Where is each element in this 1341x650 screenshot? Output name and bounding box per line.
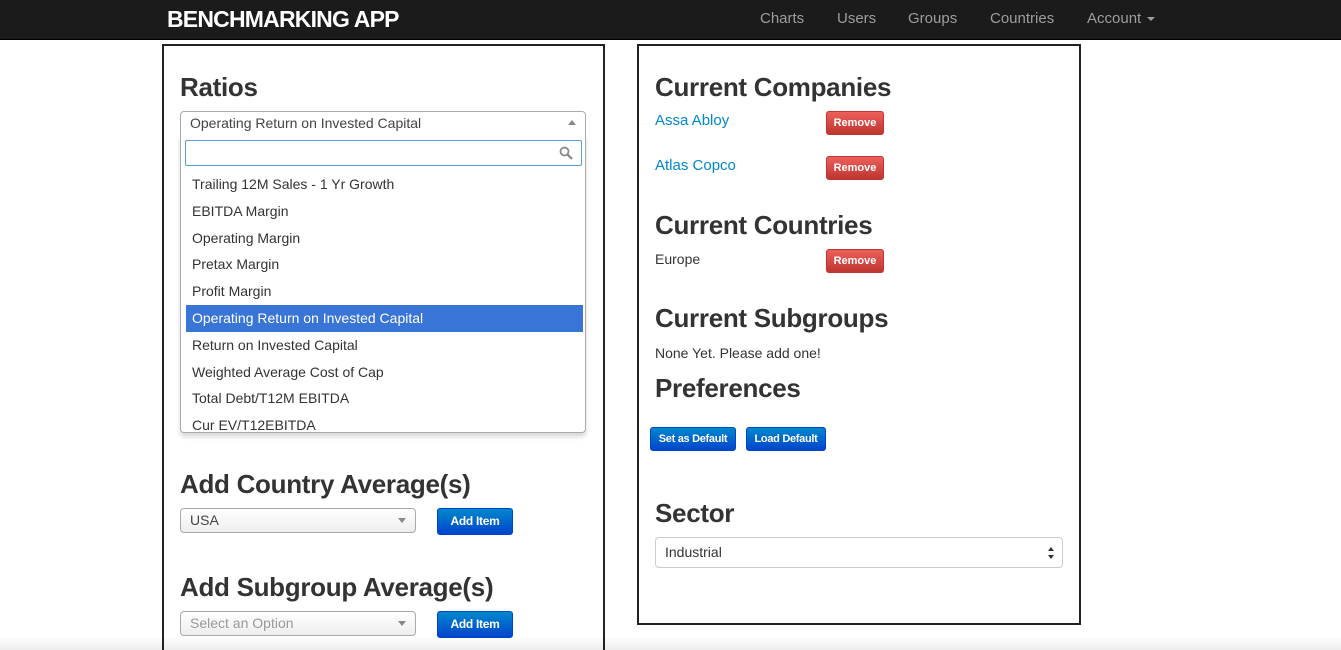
ratio-option[interactable]: Trailing 12M Sales - 1 Yr Growth [186, 171, 583, 198]
bottom-shadow [0, 636, 1341, 650]
preferences-heading: Preferences [655, 373, 801, 403]
ratios-selected-value: Operating Return on Invested Capital [190, 115, 422, 131]
sector-heading: Sector [655, 498, 735, 528]
company-link[interactable]: Atlas Copco [655, 157, 736, 174]
search-icon [559, 146, 573, 160]
navbar: BENCHMARKING APP Charts Users Groups Cou… [0, 0, 1341, 40]
nav-account[interactable]: Account [1087, 10, 1156, 27]
chevron-down-icon [398, 621, 406, 626]
arrow-up-icon [568, 120, 576, 125]
ratio-option[interactable]: Weighted Average Cost of Cap [186, 359, 583, 386]
sector-selected-value: Industrial [665, 544, 722, 560]
ratios-select[interactable]: Operating Return on Invested Capital [180, 111, 586, 136]
remove-country-button[interactable]: Remove [826, 249, 884, 273]
nav-charts[interactable]: Charts [760, 10, 804, 27]
company-link[interactable]: Assa Abloy [655, 112, 729, 129]
chevron-down-icon [398, 518, 406, 523]
ratio-option[interactable]: Cur EV/T12EBITDA [186, 412, 583, 432]
nav-groups[interactable]: Groups [908, 10, 957, 27]
subgroups-empty-text: None Yet. Please add one! [655, 345, 821, 361]
country-name: Europe [655, 251, 701, 267]
ratio-option-highlighted[interactable]: Operating Return on Invested Capital [186, 304, 583, 332]
ratios-options-list: Trailing 12M Sales - 1 Yr Growth EBITDA … [186, 171, 583, 432]
brand-logo[interactable]: BENCHMARKING APP [167, 6, 399, 33]
ratio-option[interactable]: Return on Invested Capital [186, 332, 583, 359]
ratio-option[interactable]: Pretax Margin [186, 251, 583, 278]
remove-company-button[interactable]: Remove [826, 156, 884, 180]
current-companies-heading: Current Companies [655, 72, 892, 102]
ratios-search-input[interactable] [185, 140, 582, 166]
up-down-arrows-icon [1048, 547, 1054, 559]
add-country-average-button[interactable]: Add Item [437, 508, 513, 535]
country-average-select[interactable]: USA [180, 508, 416, 533]
sector-select[interactable]: Industrial [655, 537, 1063, 568]
nav-countries[interactable]: Countries [990, 10, 1054, 27]
current-countries-heading: Current Countries [655, 210, 873, 240]
set-as-default-button[interactable]: Set as Default [650, 427, 736, 451]
subgroup-average-placeholder: Select an Option [190, 615, 294, 631]
ratios-dropdown: Trailing 12M Sales - 1 Yr Growth EBITDA … [180, 135, 586, 433]
ratios-heading: Ratios [180, 72, 258, 102]
nav-users[interactable]: Users [837, 10, 876, 27]
current-subgroups-heading: Current Subgroups [655, 303, 889, 333]
country-average-value: USA [190, 512, 219, 528]
add-subgroup-average-button[interactable]: Add Item [437, 611, 513, 638]
remove-company-button[interactable]: Remove [826, 111, 884, 135]
ratio-option[interactable]: Operating Margin [186, 225, 583, 252]
nav-account-label: Account [1087, 10, 1142, 27]
subgroup-average-select[interactable]: Select an Option [180, 611, 416, 636]
load-default-button[interactable]: Load Default [746, 427, 826, 451]
country-average-heading: Add Country Average(s) [180, 469, 471, 499]
ratio-option[interactable]: EBITDA Margin [186, 198, 583, 225]
subgroup-average-heading: Add Subgroup Average(s) [180, 572, 494, 602]
ratio-option[interactable]: Profit Margin [186, 278, 583, 305]
ratio-option[interactable]: Total Debt/T12M EBITDA [186, 385, 583, 412]
caret-down-icon [1147, 17, 1156, 22]
